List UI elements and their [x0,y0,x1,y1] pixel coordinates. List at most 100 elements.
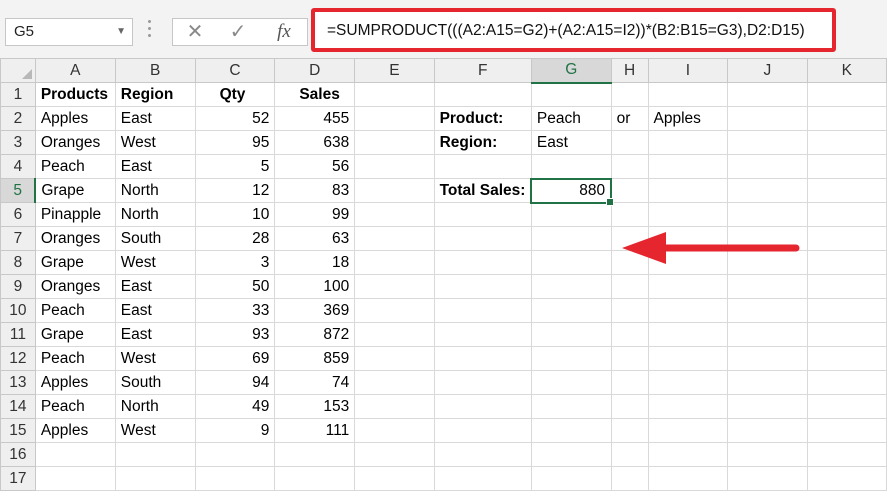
cell-e7[interactable] [354,226,435,251]
cell-e8[interactable] [354,250,435,275]
cell-g6[interactable] [530,202,612,227]
row-header[interactable]: 1 [0,82,36,107]
cell-g7[interactable] [530,226,612,251]
cell-d11[interactable]: 872 [274,322,356,347]
cell-k12[interactable] [806,346,887,371]
cell-i11[interactable] [647,322,729,347]
cell-g11[interactable] [530,322,612,347]
cell-c7[interactable]: 28 [194,226,276,251]
cell-h10[interactable] [610,298,649,323]
cell-f10[interactable] [433,298,532,323]
cell-a5[interactable]: Grape [34,178,116,203]
cell-c16[interactable] [194,442,276,467]
cell-f3[interactable]: Region: [433,130,532,155]
cell-i9[interactable] [647,274,729,299]
cell-i15[interactable] [647,418,729,443]
column-header-c[interactable]: C [194,58,276,83]
cell-g5[interactable]: 880 [530,177,615,207]
insert-function-icon[interactable]: fx [269,19,299,47]
cell-c17[interactable] [194,466,276,491]
cell-a9[interactable]: Oranges [34,274,116,299]
cell-i16[interactable] [647,442,729,467]
cell-b8[interactable]: West [114,250,196,275]
cell-e15[interactable] [354,418,435,443]
cell-i2[interactable]: Apples [647,106,729,131]
cell-c15[interactable]: 9 [194,418,276,443]
cell-j17[interactable] [727,466,808,491]
cell-d17[interactable] [274,466,356,491]
cell-d7[interactable]: 63 [274,226,356,251]
cell-k2[interactable] [806,106,887,131]
cell-f6[interactable] [433,202,532,227]
row-header[interactable]: 13 [0,370,36,395]
cell-h9[interactable] [610,274,649,299]
cell-g14[interactable] [530,394,612,419]
column-header-h[interactable]: H [610,58,649,83]
cell-d9[interactable]: 100 [274,274,356,299]
cell-c10[interactable]: 33 [194,298,276,323]
cell-g4[interactable] [530,154,612,179]
column-header-k[interactable]: K [806,58,887,83]
cell-g10[interactable] [530,298,612,323]
cell-c12[interactable]: 69 [194,346,276,371]
cell-k1[interactable] [806,82,887,107]
cell-g3[interactable]: East [530,130,612,155]
cell-a6[interactable]: Pinapple [34,202,116,227]
cell-c4[interactable]: 5 [194,154,276,179]
cell-e4[interactable] [354,154,435,179]
cell-j5[interactable] [727,178,808,203]
cell-j3[interactable] [727,130,808,155]
cell-d16[interactable] [274,442,356,467]
cell-e5[interactable] [354,178,435,203]
row-header[interactable]: 2 [0,106,36,131]
row-header[interactable]: 8 [0,250,36,275]
cell-c9[interactable]: 50 [194,274,276,299]
cell-e16[interactable] [354,442,435,467]
cell-e2[interactable] [354,106,435,131]
row-header[interactable]: 10 [0,298,36,323]
formula-input[interactable]: =SUMPRODUCT(((A2:A15=G2)+(A2:A15=I2))*(B… [311,8,836,52]
cell-h17[interactable] [610,466,649,491]
cell-b15[interactable]: West [114,418,196,443]
cell-k15[interactable] [806,418,887,443]
select-all-corner[interactable] [0,58,36,83]
cell-b11[interactable]: East [114,322,196,347]
cell-j15[interactable] [727,418,808,443]
name-box[interactable]: G5 ▼ [5,18,133,46]
cell-a16[interactable] [34,442,116,467]
cell-g1[interactable] [530,82,612,107]
cell-a13[interactable]: Apples [34,370,116,395]
cell-g17[interactable] [530,466,612,491]
cell-j1[interactable] [727,82,808,107]
cell-i4[interactable] [647,154,729,179]
cell-d8[interactable]: 18 [274,250,356,275]
cell-c8[interactable]: 3 [194,250,276,275]
cell-b5[interactable]: North [114,178,196,203]
row-header[interactable]: 15 [0,418,36,443]
row-header[interactable]: 7 [0,226,36,251]
cell-b12[interactable]: West [114,346,196,371]
cell-g8[interactable] [530,250,612,275]
cell-i3[interactable] [647,130,729,155]
cell-h6[interactable] [610,202,649,227]
cell-e9[interactable] [354,274,435,299]
cell-e17[interactable] [354,466,435,491]
cell-h15[interactable] [610,418,649,443]
cell-j10[interactable] [727,298,808,323]
cell-i6[interactable] [647,202,729,227]
cell-c1[interactable]: Qty [194,82,276,107]
row-header[interactable]: 5 [0,178,37,203]
cell-j14[interactable] [727,394,808,419]
cell-b13[interactable]: South [114,370,196,395]
cell-a2[interactable]: Apples [34,106,116,131]
cell-g13[interactable] [530,370,612,395]
cell-a4[interactable]: Peach [34,154,116,179]
cell-f2[interactable]: Product: [433,106,532,131]
cell-e1[interactable] [354,82,435,107]
cell-f9[interactable] [433,274,532,299]
cell-f4[interactable] [433,154,532,179]
cell-e11[interactable] [354,322,435,347]
cell-f15[interactable] [433,418,532,443]
column-header-i[interactable]: I [647,58,729,83]
cell-i1[interactable] [647,82,729,107]
